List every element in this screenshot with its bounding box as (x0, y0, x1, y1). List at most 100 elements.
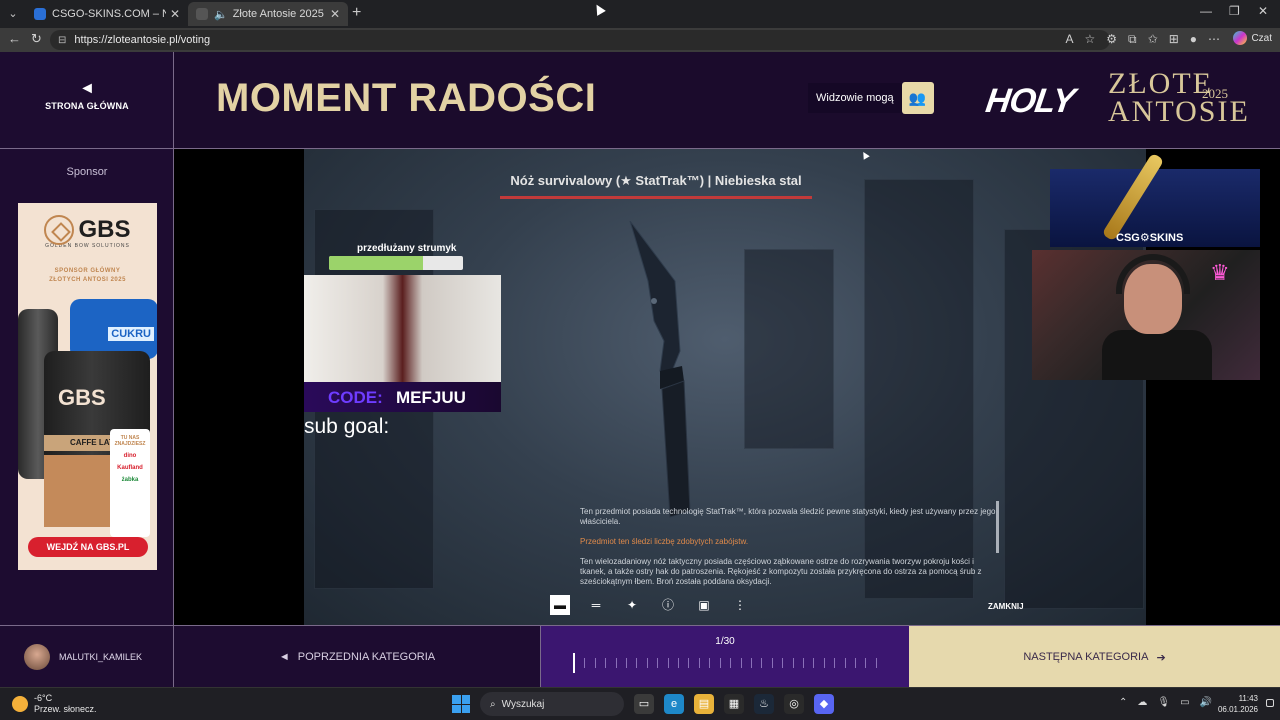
previous-category-button[interactable]: ◄ POPRZEDNIA KATEGORIA (174, 626, 541, 687)
progress-tick[interactable] (750, 658, 752, 668)
progress-tick[interactable] (678, 658, 680, 668)
gbs-brand: GBS (78, 216, 131, 243)
viewers-control[interactable]: Widzowie mogą 👥 (808, 82, 934, 114)
close-tab-icon[interactable]: ✕ (170, 7, 180, 21)
site-info-icon[interactable]: ⊟ (58, 35, 66, 46)
viewers-group-icon[interactable]: 👥 (901, 82, 934, 114)
progress-tick[interactable] (584, 658, 586, 668)
clock-date: 06.01.2026 (1217, 705, 1258, 714)
notification-bell-icon[interactable] (1266, 699, 1274, 707)
rifle-icon[interactable]: ═ (586, 595, 606, 615)
discord-icon[interactable]: ◆ (814, 694, 834, 714)
progress-tick[interactable] (792, 658, 794, 668)
home-label: STRONA GŁÓWNA (45, 101, 129, 111)
progress-tick[interactable] (865, 658, 867, 668)
tab-title: Złote Antosie 2025 – Najwięk (232, 8, 326, 20)
progress-tick[interactable] (709, 658, 711, 668)
progress-tick[interactable] (844, 658, 846, 668)
pistol-icon[interactable]: ▬ (550, 595, 570, 615)
ad-cta-button[interactable]: WEJDŹ NA GBS.PL (28, 537, 148, 557)
file-explorer-icon[interactable]: ▤ (694, 694, 714, 714)
store-kaufland: Kaufland (117, 465, 143, 471)
progress-tick[interactable] (854, 658, 856, 668)
progress-tick[interactable] (719, 658, 721, 668)
minimize-icon[interactable]: — (1200, 4, 1212, 18)
speaker-icon[interactable]: 🔈 (214, 8, 228, 21)
progress-tick[interactable] (615, 658, 617, 668)
main-can-brand: GBS (58, 385, 106, 410)
url-field[interactable]: ⊟ https://zloteantosie.pl/voting (50, 30, 1110, 50)
progress-tick[interactable] (823, 658, 825, 668)
volume-icon[interactable]: 🔊 (1200, 697, 1212, 708)
progress-tick[interactable] (605, 658, 607, 668)
url-text[interactable]: https://zloteantosie.pl/voting (74, 34, 210, 46)
extensions-icon[interactable]: ⚙ (1106, 32, 1117, 47)
copilot-button[interactable]: Czat (1233, 31, 1272, 45)
back-arrow-icon[interactable]: ← (8, 31, 21, 46)
tray-chevron-icon[interactable]: ⌃ (1119, 697, 1127, 708)
progress-tick[interactable] (730, 658, 732, 668)
read-aloud-icon[interactable]: A (1066, 32, 1074, 47)
profile-avatar-icon[interactable]: ● (1190, 32, 1197, 47)
code-value: MEFJUU (396, 388, 466, 407)
info-icon[interactable]: ⓘ (658, 595, 678, 615)
progress-tick[interactable] (657, 658, 659, 668)
progress-tick[interactable] (626, 658, 628, 668)
more-vertical-icon[interactable]: ⋮ (730, 595, 750, 615)
task-view-icon[interactable]: ▭ (634, 694, 654, 714)
stream-video[interactable]: Nóż survivalowy (★ StatTrak™) | Niebiesk… (174, 149, 1280, 625)
onedrive-icon[interactable]: ☁ (1137, 697, 1147, 708)
progress-tick[interactable] (688, 658, 690, 668)
windows-start-icon[interactable] (452, 695, 470, 713)
close-tab-icon[interactable]: ✕ (330, 7, 340, 21)
favorites-icon[interactable]: ✩ (1148, 32, 1158, 47)
tab-actions-menu-icon[interactable]: ⌄ (4, 5, 22, 23)
image-icon[interactable]: ▣ (694, 595, 714, 615)
progress-tick[interactable] (636, 658, 638, 668)
new-tab-plus-icon[interactable]: + (352, 4, 361, 22)
weather-widget[interactable]: -6°C Przew. słonecz. (12, 693, 97, 715)
favorite-star-icon[interactable]: ☆ (1085, 32, 1096, 47)
category-progress-ticks[interactable] (573, 653, 877, 673)
search-icon: ⌕ (490, 698, 496, 710)
gbs-sponsor-ad[interactable]: GBS GOLDEN BOW SOLUTIONS SPONSOR GŁÓWNY … (18, 203, 157, 570)
progress-tick[interactable] (834, 658, 836, 668)
progress-tick[interactable] (771, 658, 773, 668)
split-screen-icon[interactable]: ⧉ (1128, 32, 1137, 47)
chrome-icon[interactable]: ◎ (784, 694, 804, 714)
maximize-icon[interactable]: ❐ (1229, 4, 1240, 18)
home-link[interactable]: ◄ STRONA GŁÓWNA (0, 52, 174, 149)
steam-icon[interactable]: ♨ (754, 694, 774, 714)
display-icon[interactable]: ▭ (1180, 697, 1189, 708)
taskbar-clock[interactable]: 11:43 06.01.2026 (1218, 693, 1258, 715)
progress-tick[interactable] (802, 658, 804, 668)
store-icon[interactable]: ▦ (724, 694, 744, 714)
progress-tick[interactable] (594, 658, 596, 668)
close-inspect-button[interactable]: ZAMKNIJ (988, 602, 1024, 611)
username: MALUTKI_KAMILEK (59, 652, 143, 662)
player-pose-icon[interactable]: ✦ (622, 595, 642, 615)
tab-zlote-antosie[interactable]: 🔈 Złote Antosie 2025 – Najwięk ✕ (188, 2, 348, 26)
tab-csgo-skins[interactable]: CSGO-SKINS.COM – Najlepsze Sk ✕ (26, 2, 188, 26)
progress-tick[interactable] (698, 658, 700, 668)
next-category-button[interactable]: NASTĘPNA KATEGORIA ➔ (909, 626, 1280, 687)
taskbar-apps: ⌕ Wyszukaj ▭ e ▤ ▦ ♨ ◎ ◆ (452, 692, 834, 716)
progress-tick[interactable] (667, 658, 669, 668)
taskbar-search[interactable]: ⌕ Wyszukaj (480, 692, 624, 716)
close-window-icon[interactable]: ✕ (1258, 4, 1268, 18)
progress-tick-current[interactable] (573, 653, 575, 673)
progress-tick[interactable] (875, 658, 877, 668)
user-profile[interactable]: MALUTKI_KAMILEK (0, 626, 174, 687)
zlote-antosie-logo: ZŁOTE ANTOSIE (1108, 69, 1250, 127)
reload-icon[interactable]: ↻ (31, 31, 42, 47)
collections-icon[interactable]: ⊞ (1169, 32, 1179, 47)
progress-tick[interactable] (740, 658, 742, 668)
progress-tick[interactable] (646, 658, 648, 668)
description-scrollbar[interactable] (996, 501, 999, 553)
more-menu-icon[interactable]: ⋯ (1208, 32, 1220, 47)
progress-tick[interactable] (761, 658, 763, 668)
edge-browser-icon[interactable]: e (664, 694, 684, 714)
progress-tick[interactable] (782, 658, 784, 668)
microphone-icon[interactable]: 🎙 (1157, 697, 1170, 708)
progress-tick[interactable] (813, 658, 815, 668)
